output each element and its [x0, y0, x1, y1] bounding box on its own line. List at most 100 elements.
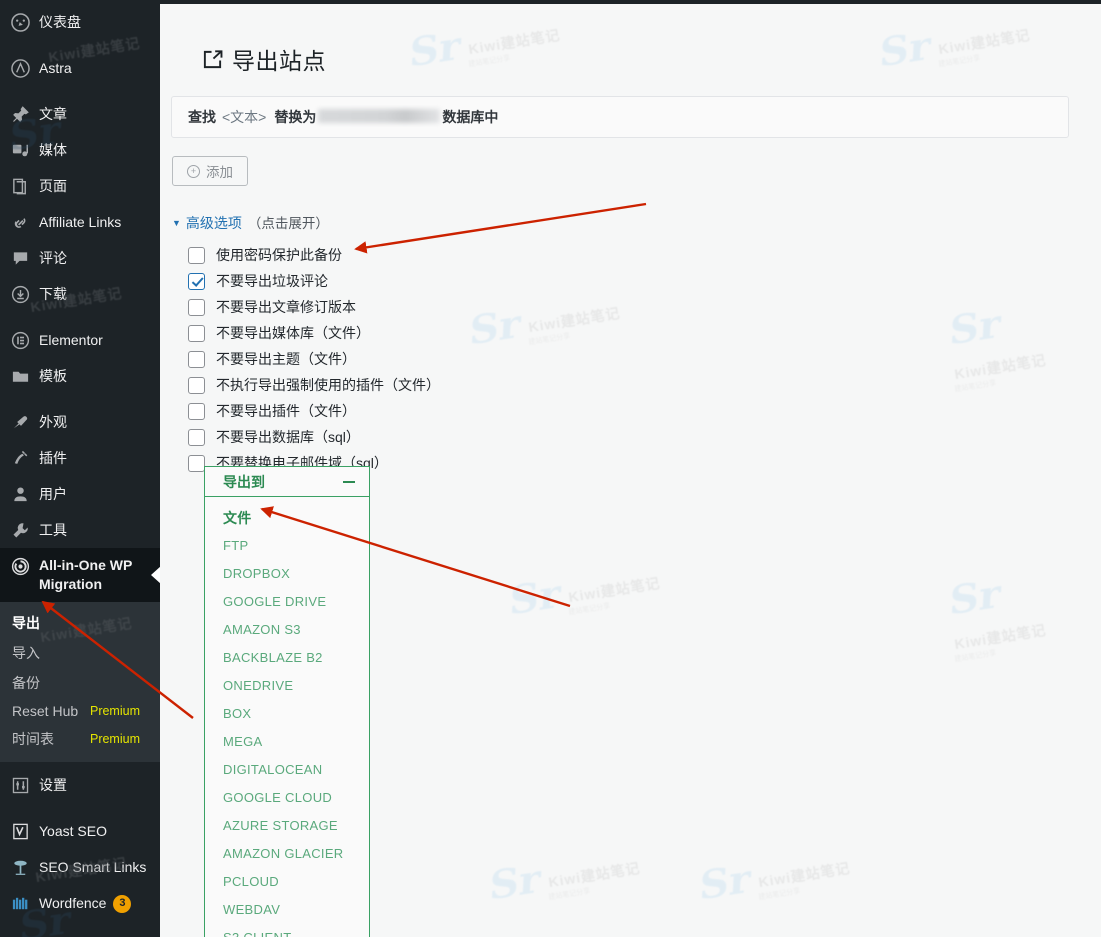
checkbox-no-spam-comments[interactable]: [188, 272, 205, 290]
sidebar-item-label: All-in-One WP Migration: [39, 557, 133, 592]
submenu-item-export[interactable]: 导出: [0, 608, 160, 638]
export-option-google-cloud[interactable]: GOOGLE CLOUD: [205, 784, 369, 812]
submenu-item-import[interactable]: 导入: [0, 638, 160, 668]
sidebar-item-label: 外观: [39, 413, 67, 430]
checkbox-no-themes[interactable]: [188, 350, 205, 368]
option-row[interactable]: 不执行导出强制使用的插件（文件）: [188, 372, 1101, 398]
find-replace-row[interactable]: 查找 <文本> 替换为 数据库中: [171, 96, 1069, 138]
option-label: 不要导出数据库（sql）: [216, 429, 360, 445]
export-option-pcloud[interactable]: PCLOUD: [205, 868, 369, 896]
watermark-logo: Sr: [698, 855, 752, 910]
export-to-header[interactable]: 导出到: [205, 467, 369, 497]
checkbox-no-email-replace[interactable]: [188, 454, 205, 472]
sidebar-item-plugins[interactable]: 插件: [0, 440, 160, 476]
checkbox-no-plugins[interactable]: [188, 402, 205, 420]
export-to-list: 文件 FTP DROPBOX GOOGLE DRIVE AMAZON S3 BA…: [205, 497, 369, 937]
export-option-dropbox[interactable]: DROPBOX: [205, 560, 369, 588]
sidebar-item-media[interactable]: 媒体: [0, 132, 160, 168]
option-label: 不执行导出强制使用的插件（文件）: [216, 377, 440, 393]
download-icon: [10, 284, 30, 304]
sidebar-item-label: SEO Smart Links: [39, 859, 147, 876]
export-option-file[interactable]: 文件: [205, 504, 369, 532]
sidebar-item-label: 页面: [39, 177, 67, 194]
advanced-options-toggle[interactable]: ▼ 高级选项 （点击展开）: [172, 212, 1101, 233]
sidebar-item-all-in-one-wp-migration[interactable]: All-in-One WP Migration: [0, 548, 160, 602]
checkbox-no-database[interactable]: [188, 428, 205, 446]
submenu-item-reset-hub[interactable]: Reset Hub Premium: [0, 698, 160, 724]
add-button[interactable]: + 添加: [172, 156, 248, 186]
comment-icon: [10, 248, 30, 268]
sidebar-item-settings[interactable]: 设置: [0, 768, 160, 804]
sidebar-item-appearance[interactable]: 外观: [0, 404, 160, 440]
sidebar-item-label: Elementor: [39, 331, 103, 348]
option-row[interactable]: 使用密码保护此备份: [188, 242, 1101, 268]
pin-icon: [10, 104, 30, 124]
checkbox-password-protect[interactable]: [188, 246, 205, 264]
plus-circle-icon: +: [187, 164, 200, 178]
watermark: Sr Kiwi建站笔记 建站笔记分享: [698, 855, 852, 909]
checkbox-no-must-use-plugins[interactable]: [188, 376, 205, 394]
option-row[interactable]: 不要导出文章修订版本: [188, 294, 1101, 320]
caret-down-icon: ▼: [172, 218, 181, 228]
checkbox-no-post-revisions[interactable]: [188, 298, 205, 316]
brush-icon: [10, 412, 30, 432]
sidebar-item-astra[interactable]: Astra: [0, 50, 160, 86]
sidebar-item-wordfence[interactable]: Wordfence 3: [0, 886, 160, 922]
main-content: Sr Kiwi建站笔记 建站笔记分享 Sr Kiwi建站笔记 建站笔记分享 Sr…: [160, 4, 1101, 937]
user-icon: [10, 484, 30, 504]
sidebar-item-pages[interactable]: 页面: [0, 168, 160, 204]
export-option-s3-client[interactable]: S3 CLIENT: [205, 924, 369, 937]
export-option-azure-storage[interactable]: AZURE STORAGE: [205, 812, 369, 840]
export-option-onedrive[interactable]: ONEDRIVE: [205, 672, 369, 700]
sidebar-item-dashboard[interactable]: 仪表盘: [0, 0, 160, 40]
option-row[interactable]: 不要导出主题（文件）: [188, 346, 1101, 372]
sidebar-item-label: 媒体: [39, 141, 67, 158]
submenu-item-label: 备份: [12, 674, 40, 691]
wrench-icon: [10, 520, 30, 540]
export-to-dropdown[interactable]: 导出到 文件 FTP DROPBOX GOOGLE DRIVE AMAZON S…: [204, 466, 370, 937]
admin-sidebar[interactable]: 仪表盘 Astra 文章 媒体 页面 Affiliate Links 评论 下载…: [0, 0, 160, 937]
premium-badge: Premium: [89, 731, 140, 746]
export-option-digitalocean[interactable]: DIGITALOCEAN: [205, 756, 369, 784]
export-option-mega[interactable]: MEGA: [205, 728, 369, 756]
export-to-label: 导出到: [223, 473, 265, 490]
export-option-ftp[interactable]: FTP: [205, 532, 369, 560]
sidebar-item-users[interactable]: 用户: [0, 476, 160, 512]
submenu-item-label: 时间表: [12, 730, 54, 747]
option-label: 不要导出插件（文件）: [216, 403, 356, 419]
sidebar-item-templates[interactable]: 模板: [0, 358, 160, 394]
migration-submenu[interactable]: 导出 导入 备份 Reset Hub Premium 时间表 Premium: [0, 601, 160, 762]
sidebar-item-seo-smart-links[interactable]: SEO Smart Links: [0, 850, 160, 886]
page-icon: [10, 176, 30, 196]
sidebar-item-downloads[interactable]: 下载: [0, 276, 160, 312]
export-option-amazon-s3[interactable]: AMAZON S3: [205, 616, 369, 644]
sidebar-item-posts[interactable]: 文章: [0, 96, 160, 132]
sidebar-item-elementor[interactable]: Elementor: [0, 322, 160, 358]
submenu-item-schedule[interactable]: 时间表 Premium: [0, 724, 160, 754]
export-option-amazon-glacier[interactable]: AMAZON GLACIER: [205, 840, 369, 868]
submenu-item-label: Reset Hub: [12, 702, 79, 719]
find-input[interactable]: <文本>: [222, 107, 266, 127]
export-icon: [202, 49, 223, 70]
sidebar-item-affiliate-links[interactable]: Affiliate Links: [0, 204, 160, 240]
checkbox-no-media[interactable]: [188, 324, 205, 342]
export-option-google-drive[interactable]: GOOGLE DRIVE: [205, 588, 369, 616]
submenu-item-backups[interactable]: 备份: [0, 668, 160, 698]
export-option-webdav[interactable]: WEBDAV: [205, 896, 369, 924]
option-row[interactable]: 不要导出垃圾评论: [188, 268, 1101, 294]
sidebar-item-yoast-seo[interactable]: Yoast SEO: [0, 814, 160, 850]
sidebar-item-collapse-menu[interactable]: 收起菜单: [0, 932, 160, 937]
watermark-logo: Sr: [948, 570, 1002, 625]
settings-icon: [10, 776, 30, 796]
sidebar-item-tools[interactable]: 工具: [0, 512, 160, 548]
export-option-backblaze-b2[interactable]: BACKBLAZE B2: [205, 644, 369, 672]
minus-icon[interactable]: [343, 480, 355, 483]
watermark-logo: Sr: [488, 855, 542, 910]
watermark-text: Kiwi建站笔记: [547, 859, 642, 891]
sidebar-item-comments[interactable]: 评论: [0, 240, 160, 276]
export-option-box[interactable]: BOX: [205, 700, 369, 728]
option-row[interactable]: 不要导出插件（文件）: [188, 398, 1101, 424]
option-row[interactable]: 不要导出媒体库（文件）: [188, 320, 1101, 346]
replace-input-blurred[interactable]: [318, 109, 441, 123]
option-row[interactable]: 不要导出数据库（sql）: [188, 424, 1101, 450]
